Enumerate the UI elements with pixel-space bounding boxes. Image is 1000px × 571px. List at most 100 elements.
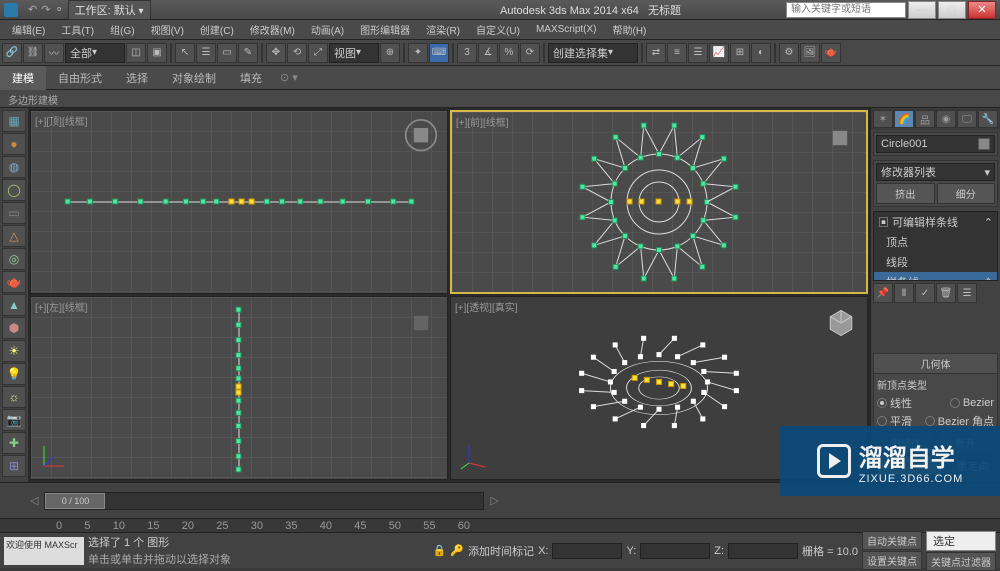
viewport-front[interactable]: [+][前][线框] /* placeholder */ — [450, 110, 868, 294]
maxscript-listener[interactable]: 欢迎使用 MAXScr — [6, 538, 82, 551]
selection-filter-dropdown[interactable]: 全部 ▾ — [65, 43, 125, 63]
teapot-icon[interactable]: 🫖 — [2, 271, 26, 293]
render-icon[interactable]: 🫖 — [821, 43, 841, 63]
rotate-icon[interactable]: ⟲ — [287, 43, 307, 63]
utilities-tab-icon[interactable]: 🔧 — [978, 110, 998, 128]
stack-root[interactable]: ▣ 可编辑样条线⌃ — [874, 212, 997, 232]
window-icon[interactable]: ▣ — [147, 43, 167, 63]
cylinder-icon[interactable]: ◍ — [2, 156, 26, 178]
viewport-front-label[interactable]: [+][前][线框] — [456, 114, 509, 129]
ribbon-modeling[interactable]: 建模 — [0, 66, 46, 90]
align-icon[interactable]: ≡ — [667, 43, 687, 63]
scale-icon[interactable]: ⤢ — [308, 43, 328, 63]
spinner-snap-icon[interactable]: ⟳ — [520, 43, 540, 63]
display-tab-icon[interactable]: 🖵 — [957, 110, 977, 128]
menu-customize[interactable]: 自定义(U) — [468, 20, 528, 39]
prev-key-icon[interactable]: ◁ — [28, 494, 40, 507]
y-coord-input[interactable] — [640, 543, 710, 559]
ribbon-selection[interactable]: 选择 — [114, 66, 160, 90]
select-name-icon[interactable]: ☰ — [196, 43, 216, 63]
viewcube-icon[interactable] — [403, 119, 439, 155]
named-selset-dropdown[interactable]: 创建选择集 ▾ — [548, 43, 638, 63]
maximize-button[interactable]: □ — [938, 1, 966, 19]
viewport-top-label[interactable]: [+][顶][线框] — [35, 113, 88, 128]
sel-lock-icon[interactable]: 🔑 — [450, 544, 464, 557]
radio-smooth[interactable] — [877, 416, 887, 426]
stack-segment[interactable]: 线段 — [874, 252, 997, 272]
next-key-icon[interactable]: ▷ — [488, 494, 500, 507]
container-icon[interactable]: ⊞ — [2, 455, 26, 477]
mirror-icon[interactable]: ⇄ — [646, 43, 666, 63]
percent-snap-icon[interactable]: % — [499, 43, 519, 63]
viewport-persp-label[interactable]: [+][透视][真实] — [455, 299, 518, 314]
menu-group[interactable]: 组(G) — [102, 20, 142, 39]
light-omni-icon[interactable]: ☀ — [2, 340, 26, 362]
menu-grapheditors[interactable]: 图形编辑器 — [352, 20, 418, 39]
pyramid-icon[interactable]: ▲ — [2, 294, 26, 316]
menu-create[interactable]: 创建(C) — [192, 20, 242, 39]
minimize-button[interactable]: — — [908, 1, 936, 19]
extrude-button[interactable]: 挤出 — [876, 183, 935, 204]
motion-tab-icon[interactable]: ◉ — [936, 110, 956, 128]
app-icon[interactable] — [4, 3, 18, 17]
viewcube-icon[interactable] — [823, 305, 859, 341]
link-icon[interactable]: ⚬ — [54, 3, 63, 16]
time-thumb[interactable]: 0 / 100 — [45, 493, 105, 509]
render-setup-icon[interactable]: ⚙ — [779, 43, 799, 63]
pin-stack-icon[interactable]: 📌 — [873, 283, 893, 303]
pivot-icon[interactable]: ⊕ — [380, 43, 400, 63]
object-name-field[interactable]: Circle001 — [876, 135, 995, 153]
radio-bcorner[interactable] — [925, 416, 935, 426]
camera-icon[interactable]: 📷 — [2, 409, 26, 431]
bind-icon[interactable]: 〰 — [44, 43, 64, 63]
ribbon-expand-icon[interactable]: ⊙ ▾ — [280, 71, 298, 84]
schematic-icon[interactable]: ⊞ — [730, 43, 750, 63]
ribbon-populate[interactable]: 填充 — [228, 66, 274, 90]
setkey-button[interactable]: 设置关键点 — [862, 551, 922, 570]
move-icon[interactable]: ✥ — [266, 43, 286, 63]
cone-icon[interactable]: △ — [2, 225, 26, 247]
geometry-rollout-head[interactable]: 几何体 — [874, 354, 997, 374]
menu-animation[interactable]: 动画(A) — [303, 20, 352, 39]
show-end-icon[interactable]: Ⅱ — [894, 283, 914, 303]
menu-views[interactable]: 视图(V) — [143, 20, 192, 39]
unique-icon[interactable]: ✓ — [915, 283, 935, 303]
z-coord-input[interactable] — [728, 543, 798, 559]
manip-icon[interactable]: ✦ — [408, 43, 428, 63]
hierarchy-tab-icon[interactable]: 品 — [915, 110, 935, 128]
create-tab-icon[interactable]: ✶ — [873, 110, 893, 128]
ref-coord-dropdown[interactable]: 视图 ▾ — [329, 43, 379, 63]
plane-icon[interactable]: ▭ — [2, 202, 26, 224]
x-coord-input[interactable] — [552, 543, 622, 559]
configure-icon[interactable]: ☰ — [957, 283, 977, 303]
stack-spline[interactable]: 样条线⌃ — [874, 272, 997, 281]
autokey-button[interactable]: 自动关键点 — [862, 531, 922, 550]
viewport-left[interactable]: [+][左][线框] — [30, 296, 448, 480]
viewcube-icon[interactable] — [403, 305, 439, 341]
menu-help[interactable]: 帮助(H) — [605, 20, 655, 39]
viewport-top[interactable]: [+][顶][线框] — [30, 110, 448, 294]
add-time-tag[interactable]: 添加时间标记 — [468, 543, 534, 559]
matedit-icon[interactable]: ◐ — [751, 43, 771, 63]
menu-modifiers[interactable]: 修改器(M) — [242, 20, 303, 39]
keyfilter-button[interactable]: 关键点过滤器 — [926, 552, 996, 571]
time-slider[interactable]: 0 / 100 — [44, 492, 484, 510]
stack-vertex[interactable]: 顶点 — [874, 232, 997, 252]
menu-edit[interactable]: 编辑(E) — [4, 20, 53, 39]
curve-editor-icon[interactable]: 📈 — [709, 43, 729, 63]
menu-rendering[interactable]: 渲染(R) — [418, 20, 468, 39]
ribbon-freeform[interactable]: 自由形式 — [46, 66, 114, 90]
select-region-icon[interactable]: ▭ — [217, 43, 237, 63]
keymode-dropdown[interactable]: 选定 — [926, 531, 996, 551]
ribbon-objpaint[interactable]: 对象绘制 — [160, 66, 228, 90]
viewport-left-label[interactable]: [+][左][线框] — [35, 299, 88, 314]
select-icon[interactable]: ↖ — [175, 43, 195, 63]
geosphere-icon[interactable]: ⬢ — [2, 317, 26, 339]
keymap-icon[interactable]: ⌨ — [429, 43, 449, 63]
modifier-stack[interactable]: ▣ 可编辑样条线⌃ 顶点 线段 样条线⌃ — [873, 211, 998, 281]
light-direct-icon[interactable]: ☼ — [2, 386, 26, 408]
crossing-icon[interactable]: ◫ — [126, 43, 146, 63]
paint-select-icon[interactable]: ✎ — [238, 43, 258, 63]
remove-mod-icon[interactable]: 🗑 — [936, 283, 956, 303]
ribbon-sub[interactable]: 多边形建模 — [0, 90, 1000, 108]
